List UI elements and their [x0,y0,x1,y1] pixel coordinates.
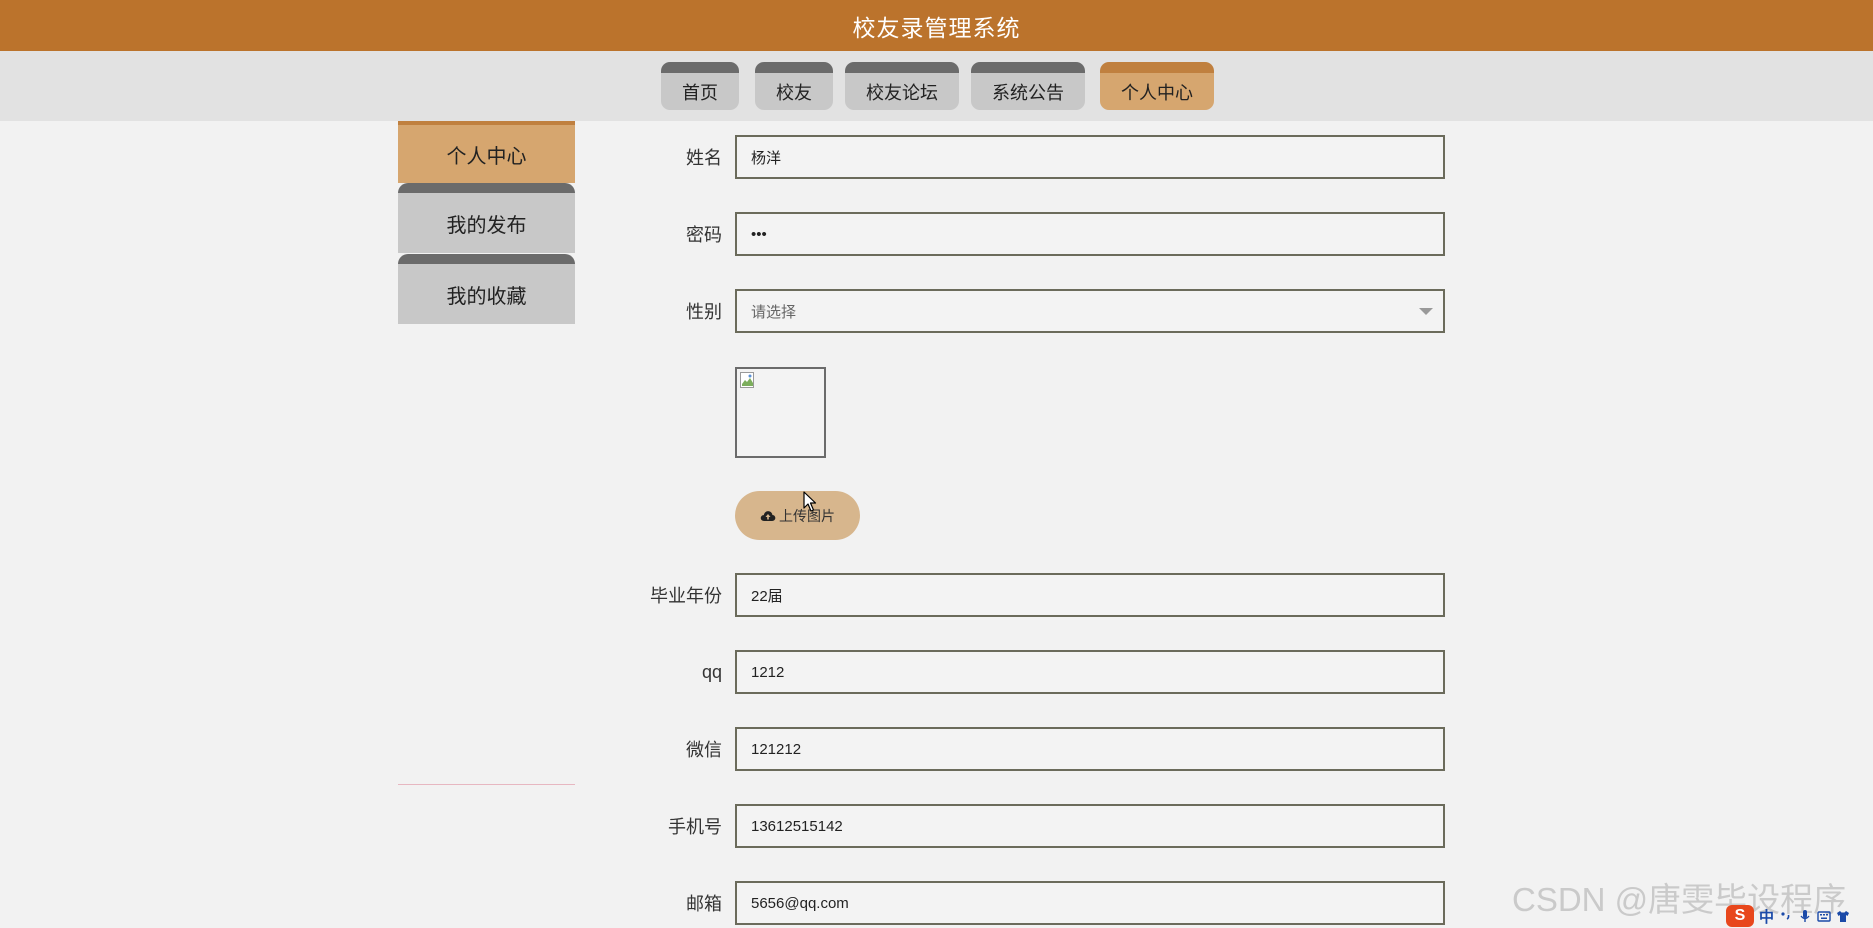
form-row-grad-year: 毕业年份 22届 [620,573,1446,617]
main-nav: 首页 校友 校友论坛 系统公告 个人中心 [0,51,1873,121]
punctuation-icon[interactable] [1779,909,1793,923]
top-header: 校友录管理系统 [0,0,1873,51]
tab-alumni-forum[interactable]: 校友论坛 [845,62,959,110]
form-row-phone: 手机号 13612515142 [620,804,1446,848]
wechat-field[interactable]: 121212 [735,727,1445,771]
wechat-label: 微信 [686,740,722,760]
cloud-upload-icon [760,511,776,521]
tab-home[interactable]: 首页 [661,62,739,110]
sidebar-item-my-posts[interactable]: 我的发布 [398,183,575,253]
sidebar-item-personal-center[interactable]: 个人中心 [398,121,575,183]
gender-label: 性别 [686,302,722,322]
ime-toolbar: S 中 [1726,904,1850,928]
shirt-skin-icon[interactable] [1836,909,1850,923]
tab-announcements[interactable]: 系统公告 [971,62,1085,110]
form-row-qq: qq 1212 [620,650,1446,694]
sogou-logo-icon[interactable]: S [1726,905,1754,927]
qq-label: qq [701,661,722,682]
grad-year-field[interactable]: 22届 [735,573,1445,617]
password-field[interactable]: ••• [735,212,1445,256]
sidebar-divider [398,784,575,785]
form-row-name: 姓名 杨洋 [620,135,1446,179]
keyboard-icon[interactable] [1817,909,1831,923]
avatar-preview [735,367,826,458]
sidebar-item-my-favorites[interactable]: 我的收藏 [398,254,575,324]
broken-image-icon [740,372,754,388]
email-field[interactable]: 5656@qq.com [735,881,1445,925]
grad-year-label: 毕业年份 [650,586,722,606]
name-label: 姓名 [686,148,722,168]
gender-select[interactable]: 请选择 [735,289,1445,333]
phone-field[interactable]: 13612515142 [735,804,1445,848]
qq-field[interactable]: 1212 [735,650,1445,694]
form-row-wechat: 微信 121212 [620,727,1446,771]
tab-personal-center[interactable]: 个人中心 [1100,62,1214,110]
name-field[interactable]: 杨洋 [735,135,1445,179]
mouse-cursor-icon [803,491,817,512]
microphone-icon[interactable] [1798,909,1812,923]
form-row-password: 密码 ••• [620,212,1446,256]
app-title: 校友录管理系统 [852,14,1021,41]
tab-alumni[interactable]: 校友 [755,62,833,110]
gender-placeholder: 请选择 [751,303,797,321]
phone-label: 手机号 [668,817,722,837]
form-row-email: 邮箱 5656@qq.com [620,881,1446,925]
chevron-down-icon [1419,308,1433,315]
email-label: 邮箱 [686,894,722,914]
upload-image-button[interactable]: 上传图片 [735,491,860,540]
password-label: 密码 [686,225,722,245]
ime-mode[interactable]: 中 [1759,906,1774,927]
form-row-gender: 性别 请选择 [620,289,1446,333]
